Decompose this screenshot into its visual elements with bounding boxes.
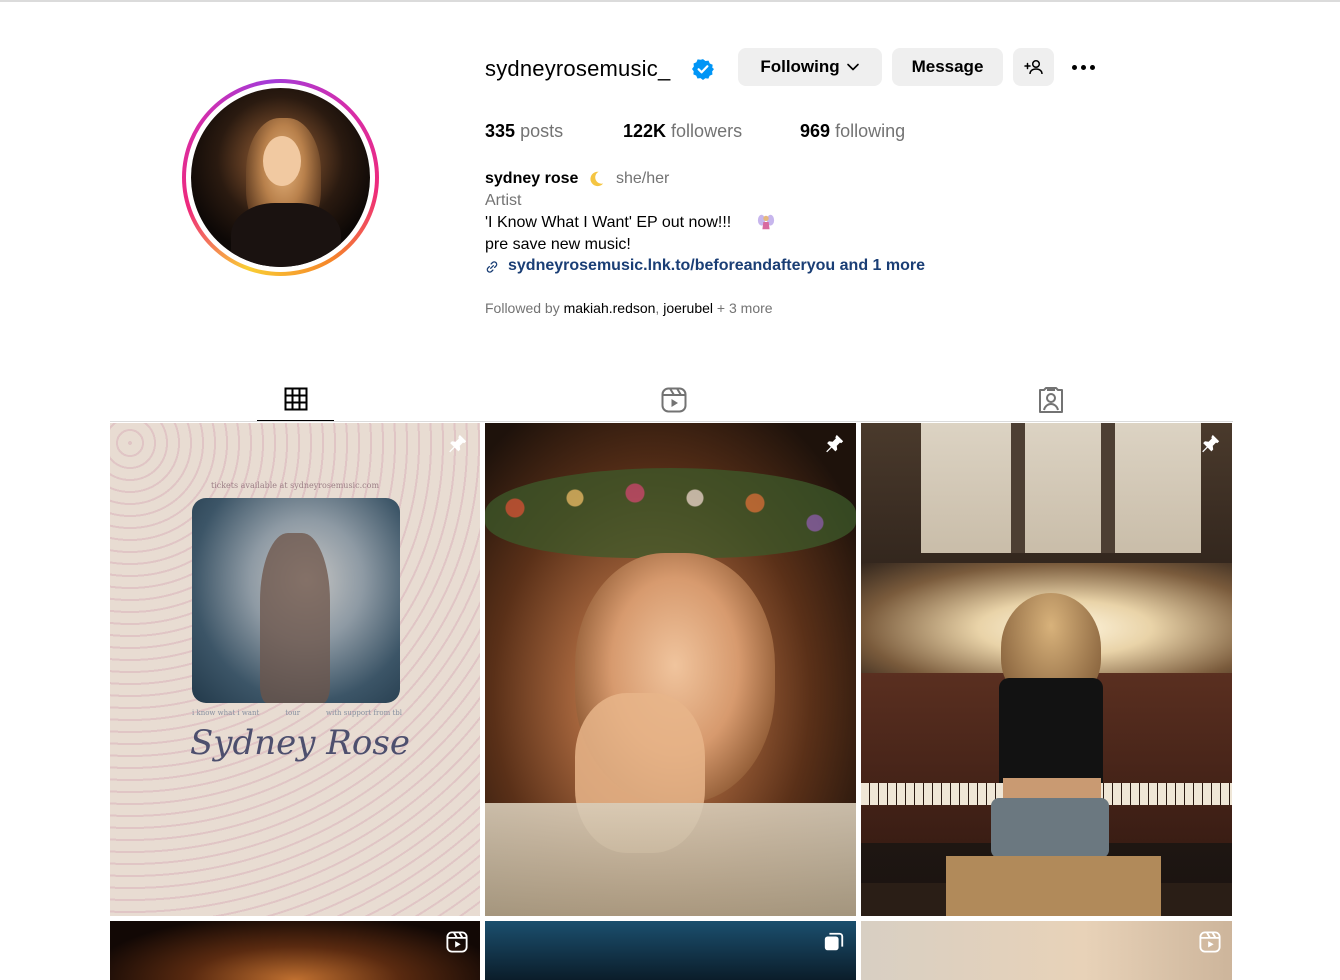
bio-link[interactable]: sydneyrosemusic.lnk.to/beforeandafteryou… <box>508 257 925 275</box>
top-divider <box>0 0 1340 2</box>
followers-count[interactable]: 122K followers <box>623 121 742 142</box>
chevron-down-icon <box>846 63 859 71</box>
poster-tour-row: i know what i want tour with support fro… <box>192 709 402 717</box>
bio-line: pre save new music! <box>485 236 631 253</box>
post-tile[interactable] <box>861 921 1232 980</box>
tagged-icon <box>1038 387 1063 413</box>
verified-badge-icon <box>692 59 714 80</box>
tab-posts[interactable] <box>257 378 334 422</box>
carousel-icon <box>824 932 844 951</box>
pin-icon <box>449 434 467 453</box>
poster-signature: Sydney Rose <box>190 723 410 763</box>
following-button[interactable]: Following <box>738 48 882 86</box>
pin-icon <box>1202 434 1220 453</box>
bio-line: 'I Know What I Want' EP out now!!! <box>485 214 732 231</box>
post-tile[interactable] <box>861 423 1232 916</box>
fairy-icon <box>757 214 775 230</box>
post-tile[interactable] <box>110 921 480 980</box>
more-options-icon[interactable] <box>1066 56 1100 78</box>
profile-avatar-story-ring[interactable] <box>182 79 379 276</box>
following-count[interactable]: 969 following <box>800 121 905 142</box>
pronouns: she/her <box>616 170 670 187</box>
post-tile[interactable] <box>485 921 856 980</box>
pin-icon <box>826 434 844 453</box>
suggested-users-button[interactable] <box>1013 48 1054 86</box>
reels-icon <box>1199 931 1221 953</box>
message-button[interactable]: Message <box>892 48 1003 86</box>
post-tile[interactable]: tickets available at sydneyrosemusic.com… <box>110 423 480 916</box>
profile-full-name: sydney rose <box>485 170 579 187</box>
profile-category: Artist <box>485 192 522 209</box>
avatar[interactable] <box>191 88 370 267</box>
post-tile[interactable] <box>485 423 856 916</box>
tab-reels[interactable] <box>635 378 712 422</box>
link-icon <box>486 261 498 273</box>
crescent-moon-icon <box>590 171 604 187</box>
reels-icon <box>446 931 468 953</box>
posts-count: 335 posts <box>485 121 564 141</box>
followed-by[interactable]: Followed by makiah.redson, joerubel + 3 … <box>485 300 773 316</box>
tab-tagged[interactable] <box>1012 378 1089 422</box>
poster-tickets-text: tickets available at sydneyrosemusic.com <box>210 481 380 490</box>
add-user-icon <box>1023 59 1043 75</box>
grid-icon <box>284 387 307 411</box>
profile-username: sydneyrosemusic_ <box>485 56 671 81</box>
reels-icon <box>661 387 686 413</box>
tabs-divider <box>110 421 1233 422</box>
